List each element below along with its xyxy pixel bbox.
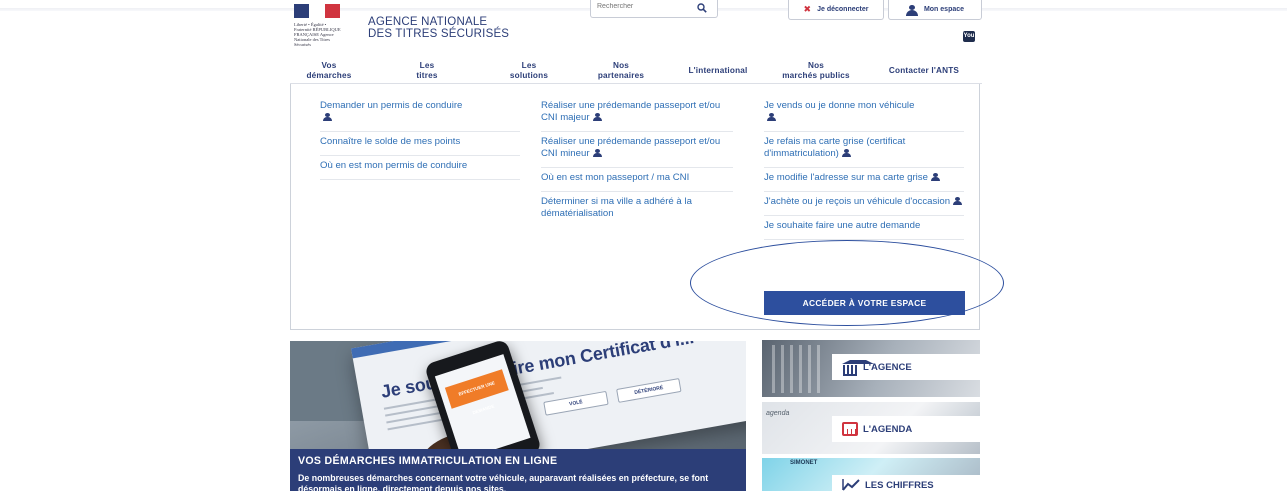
hero-description: De nombreuses démarches concernant votre… [298, 473, 709, 491]
hero-banner[interactable]: Je souhaite refaire mon Certificat d'i..… [290, 341, 746, 491]
link-label: Réaliser une prédemande passeport et/ou … [541, 136, 721, 159]
agenda-photo-text: agenda [766, 410, 790, 417]
link-predemande-mineur[interactable]: Réaliser une prédemande passeport et/ou … [541, 132, 733, 168]
agenda-label: L'AGENDA [863, 423, 913, 435]
link-modifier-adresse[interactable]: Je modifie l'adresse sur ma carte grise [764, 168, 964, 192]
chiffres-label: LES CHIFFRES [865, 479, 934, 491]
my-space-label: Mon espace [923, 6, 965, 13]
agency-name-line1: AGENCE NATIONALE [368, 16, 488, 28]
nav-item-international[interactable]: L'international [670, 58, 766, 84]
link-label: Je vends ou je donne mon véhicule [764, 100, 915, 111]
agency-name[interactable]: AGENCE NATIONALE DES TITRES SÉCURISÉS [368, 16, 509, 40]
user-icon [905, 4, 918, 16]
close-icon: ✖ [803, 4, 812, 14]
passeport-cni-column: Réaliser une prédemande passeport et/ou … [541, 96, 733, 227]
chiffres-label-box: LES CHIFFRES [832, 475, 980, 491]
calendar-icon [842, 422, 858, 436]
link-label: Je modifie l'adresse sur ma carte grise [764, 172, 928, 183]
building-photo [772, 345, 826, 393]
permis-column: Demander un permis de conduire Connaître… [320, 96, 520, 180]
link-solde-points[interactable]: Connaître le solde de mes points [320, 132, 520, 156]
screen-btn-deteriore: DÉTÉRIORÉ [616, 378, 682, 403]
link-label: Déterminer si ma ville a adhéré à la dém… [541, 196, 692, 219]
user-account-icon [841, 149, 851, 157]
user-account-icon [323, 113, 332, 121]
hero-title: VOS DÉMARCHES IMMATRICULATION EN LIGNE [298, 455, 558, 467]
youtube-icon[interactable]: You [963, 31, 975, 42]
agency-name-line2: DES TITRES SÉCURISÉS [368, 28, 510, 40]
search-input[interactable] [597, 3, 687, 10]
republique-francaise-logo[interactable]: Liberté • Égalité • Fraternité RÉPUBLIQU… [294, 4, 342, 52]
link-autre-demande[interactable]: Je souhaite faire une autre demande [764, 216, 964, 240]
link-label: Je souhaite faire une autre demande [764, 220, 921, 231]
nav-item-les-titres[interactable]: Les titres [368, 58, 486, 84]
main-nav: Vos démarches Les titres Les solutions N… [290, 58, 982, 84]
user-account-icon [953, 197, 963, 205]
nav-item-vos-demarches[interactable]: Vos démarches [290, 58, 368, 84]
sidebar-tile-agence[interactable]: L'AGENCE [762, 340, 980, 397]
search-box[interactable] [590, 0, 718, 18]
chiffres-photo-text: SIMONET [790, 460, 818, 466]
ants-homepage: Liberté • Égalité • Fraternité RÉPUBLIQU… [0, 0, 1287, 491]
link-label: Où en est mon passeport / ma CNI [541, 172, 690, 183]
phone-demande-button: EFFECTUER UNE DEMANDE [444, 369, 509, 415]
logo-mini-text: Liberté • Égalité • Fraternité RÉPUBLIQU… [294, 22, 341, 47]
link-label: Réaliser une prédemande passeport et/ou … [541, 100, 721, 123]
link-acheter-occasion[interactable]: J'achète ou je reçois un véhicule d'occa… [764, 192, 964, 216]
link-label: J'achète ou je reçois un véhicule d'occa… [764, 196, 951, 207]
phone-screen: EFFECTUER UNE DEMANDE [434, 354, 531, 461]
link-label: Connaître le solde de mes points [320, 136, 461, 147]
site-header: Liberté • Égalité • Fraternité RÉPUBLIQU… [290, 0, 982, 58]
nav-item-contact[interactable]: Contacter l'ANTS [866, 58, 982, 84]
sidebar-tile-agenda[interactable]: agenda L'AGENDA [762, 402, 980, 454]
agenda-label-box: L'AGENDA [832, 416, 980, 442]
demarches-dropdown-panel: Demander un permis de conduire Connaître… [290, 84, 980, 330]
agence-label-box: L'AGENCE [832, 354, 980, 380]
user-account-icon [592, 113, 602, 121]
nav-item-nos-partenaires[interactable]: Nos partenaires [572, 58, 670, 84]
link-demander-permis[interactable]: Demander un permis de conduire [320, 96, 520, 132]
link-label: Demander un permis de conduire [320, 100, 463, 111]
logout-label: Je déconnecter [817, 6, 869, 13]
my-space-button[interactable]: Mon espace [888, 0, 982, 20]
user-account-icon [767, 113, 776, 121]
link-suivi-permis[interactable]: Où en est mon permis de conduire [320, 156, 520, 180]
link-ville-dematerialisation[interactable]: Déterminer si ma ville a adhéré à la dém… [541, 192, 733, 227]
user-account-icon [930, 173, 940, 181]
search-icon[interactable] [697, 3, 707, 13]
chart-icon [842, 479, 860, 491]
link-vendre-vehicule[interactable]: Je vends ou je donne mon véhicule [764, 96, 964, 132]
carte-grise-column: Je vends ou je donne mon véhicule Je ref… [764, 96, 964, 240]
building-icon [842, 360, 874, 376]
user-account-icon [592, 149, 602, 157]
hero-caption: VOS DÉMARCHES IMMATRICULATION EN LIGNE D… [290, 449, 746, 491]
link-label: Je refais ma carte grise (certificat d'i… [764, 136, 906, 159]
link-label: Où en est mon permis de conduire [320, 160, 468, 171]
sidebar-tile-chiffres[interactable]: SIMONET LES CHIFFRES [762, 458, 980, 491]
logout-button[interactable]: ✖ Je déconnecter [788, 0, 884, 20]
nav-item-les-solutions[interactable]: Les solutions [486, 58, 572, 84]
link-suivi-passeport[interactable]: Où en est mon passeport / ma CNI [541, 168, 733, 192]
link-predemande-majeur[interactable]: Réaliser une prédemande passeport et/ou … [541, 96, 733, 132]
access-space-button[interactable]: ACCÉDER À VOTRE ESPACE [764, 291, 965, 315]
marianne-flag-icon [294, 4, 340, 18]
link-refaire-carte-grise[interactable]: Je refais ma carte grise (certificat d'i… [764, 132, 964, 168]
nav-item-marches-publics[interactable]: Nos marchés publics [766, 58, 866, 84]
